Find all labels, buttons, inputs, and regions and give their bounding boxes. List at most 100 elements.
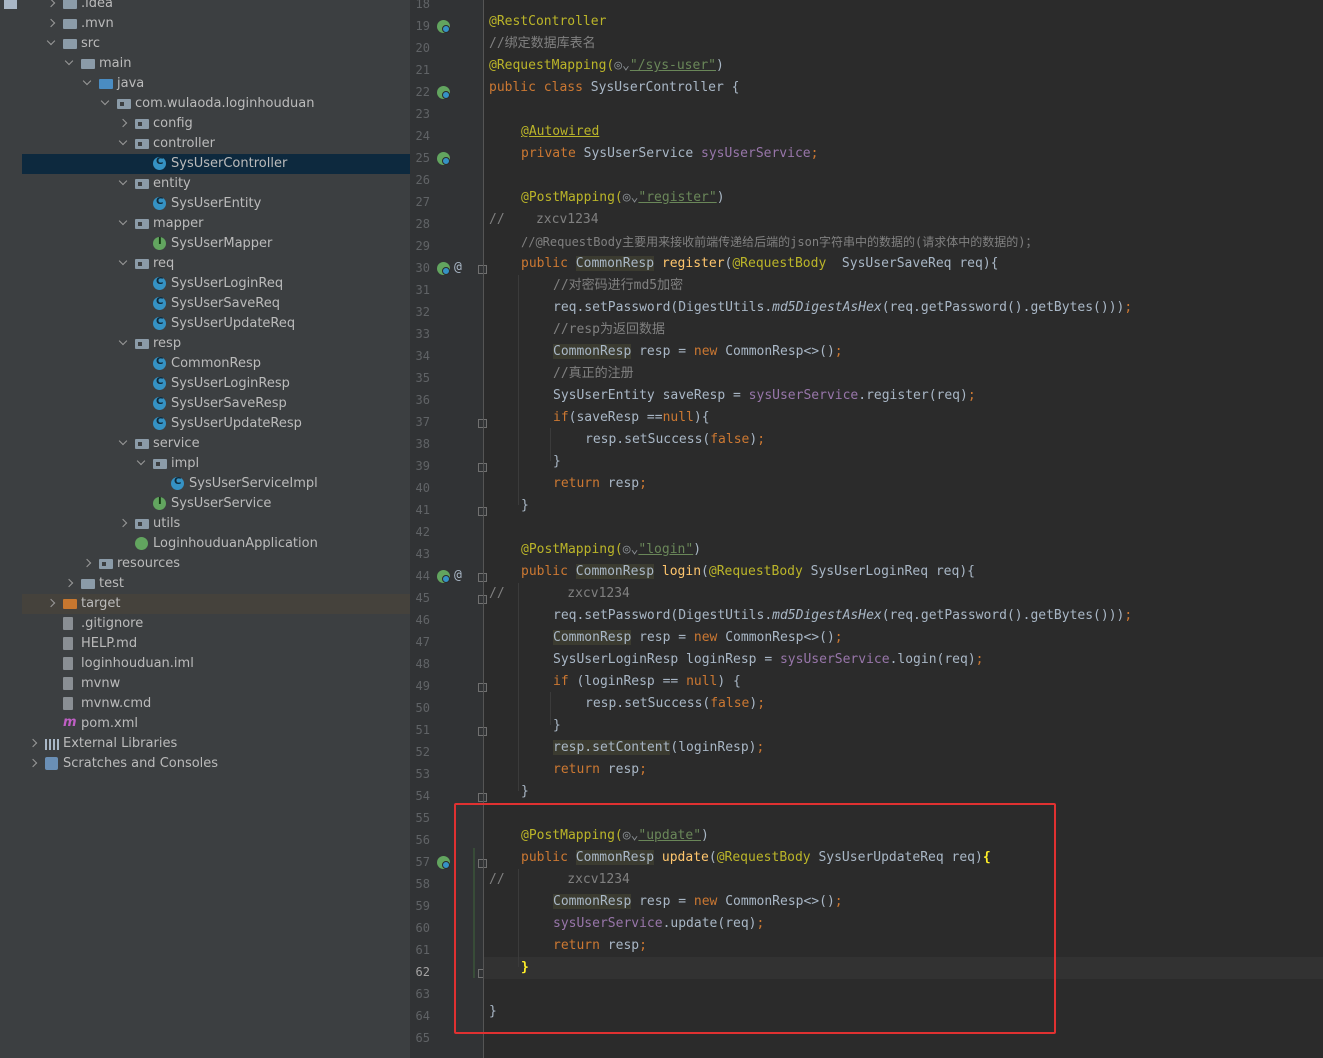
interface-icon (153, 496, 166, 510)
chevron-right-icon[interactable] (64, 578, 74, 588)
code-line: public CommonResp register(@RequestBody … (521, 256, 999, 271)
annotation-gutter-icon[interactable]: @ (454, 260, 462, 275)
tree-item[interactable]: .gitignore (22, 614, 410, 634)
chevron-down-icon[interactable] (82, 76, 92, 86)
tree-item[interactable]: resources (22, 554, 410, 574)
tree-item[interactable]: SysUserUpdateResp (22, 414, 410, 434)
spring-bean-gutter-icon[interactable] (437, 856, 450, 869)
tree-item[interactable]: SysUserLoginResp (22, 374, 410, 394)
tree-item[interactable]: entity (22, 174, 410, 194)
code-line: CommonResp resp = new CommonResp<>(); (553, 630, 843, 645)
tree-item[interactable]: External Libraries (22, 734, 410, 754)
chevron-down-icon[interactable] (46, 36, 56, 46)
code-line: resp.setContent(loginResp); (553, 740, 765, 755)
tree-item[interactable]: SysUserController (22, 154, 410, 174)
tree-item[interactable]: utils (22, 514, 410, 534)
tree-item[interactable]: req (22, 254, 410, 274)
code-line: SysUserLoginResp loginResp = sysUserServ… (553, 652, 984, 667)
chevron-down-icon[interactable] (118, 256, 128, 266)
spring-bean-gutter-icon[interactable] (437, 570, 450, 583)
code-line: if(saveResp ==null){ (553, 410, 710, 425)
tree-item[interactable]: src (22, 34, 410, 54)
spring-bean-gutter-icon[interactable] (437, 152, 450, 165)
tree-item[interactable]: service (22, 434, 410, 454)
chevron-down-icon[interactable] (100, 96, 110, 106)
tree-item-label: SysUserSaveReq (171, 296, 280, 311)
tree-item-label: mapper (153, 216, 204, 231)
line-number: 59 (415, 899, 430, 913)
line-number: 25 (415, 151, 430, 165)
tree-item[interactable]: Scratches and Consoles (22, 754, 410, 774)
indent-guide (518, 275, 519, 505)
spring-bean-gutter-icon[interactable] (437, 262, 450, 275)
line-number: 50 (415, 701, 430, 715)
tree-item[interactable]: resp (22, 334, 410, 354)
tree-item[interactable]: config (22, 114, 410, 134)
tree-item[interactable]: mvnw (22, 674, 410, 694)
tree-item[interactable]: .idea (22, 0, 410, 14)
tree-item[interactable]: mapper (22, 214, 410, 234)
tree-item-label: resources (117, 556, 181, 571)
folder-icon (63, 0, 77, 9)
chevron-right-icon[interactable] (118, 518, 128, 528)
tree-item-label: SysUserSaveResp (171, 396, 287, 411)
tree-item-label: loginhouduan.iml (81, 656, 194, 671)
tree-item[interactable]: SysUserLoginReq (22, 274, 410, 294)
tree-item[interactable]: SysUserEntity (22, 194, 410, 214)
chevron-right-icon[interactable] (46, 18, 56, 28)
chevron-right-icon[interactable] (28, 738, 38, 748)
chevron-down-icon[interactable] (118, 216, 128, 226)
spring-bean-gutter-icon[interactable] (437, 86, 450, 99)
project-tool-icon[interactable] (4, 0, 17, 9)
class-icon (171, 476, 184, 490)
interface-icon (153, 236, 166, 250)
chevron-right-icon[interactable] (82, 558, 92, 568)
tree-item[interactable]: SysUserServiceImpl (22, 474, 410, 494)
chevron-right-icon[interactable] (118, 118, 128, 128)
chevron-down-icon[interactable] (118, 336, 128, 346)
chevron-down-icon[interactable] (118, 136, 128, 146)
chevron-right-icon[interactable] (46, 598, 56, 608)
tree-item[interactable]: mvnw.cmd (22, 694, 410, 714)
tree-item[interactable]: SysUserSaveResp (22, 394, 410, 414)
line-number: 23 (415, 107, 430, 121)
chevron-right-icon[interactable] (28, 758, 38, 768)
tree-item[interactable]: controller (22, 134, 410, 154)
line-number: 26 (415, 173, 430, 187)
tree-item[interactable]: HELP.md (22, 634, 410, 654)
tree-item[interactable]: loginhouduan.iml (22, 654, 410, 674)
line-number: 37 (415, 415, 430, 429)
line-number: 31 (415, 283, 430, 297)
code-line: return resp; (553, 476, 647, 491)
class-icon (153, 156, 166, 170)
tree-item[interactable]: impl (22, 454, 410, 474)
chevron-down-icon[interactable] (136, 456, 146, 466)
tree-item[interactable]: LoginhouduanApplication (22, 534, 410, 554)
class-icon (153, 316, 166, 330)
spring-bean-gutter-icon[interactable] (437, 20, 450, 33)
chevron-down-icon[interactable] (118, 176, 128, 186)
tree-item-label: resp (153, 336, 182, 351)
tree-item[interactable]: CommonResp (22, 354, 410, 374)
tree-item-label: .idea (81, 0, 113, 11)
annotation-gutter-icon[interactable]: @ (454, 568, 462, 583)
tree-item[interactable]: SysUserUpdateReq (22, 314, 410, 334)
tree-item-label: controller (153, 136, 216, 151)
tree-item[interactable]: .mvn (22, 14, 410, 34)
tree-item[interactable]: test (22, 574, 410, 594)
tree-item[interactable]: SysUserMapper (22, 234, 410, 254)
chevron-right-icon[interactable] (46, 0, 56, 8)
tree-item[interactable]: m pom.xml (22, 714, 410, 734)
line-number: 63 (415, 987, 430, 1001)
code-line: public CommonResp login(@RequestBody Sys… (521, 564, 975, 579)
tree-item-label: entity (153, 176, 191, 191)
chevron-down-icon[interactable] (118, 436, 128, 446)
tree-item[interactable]: target (22, 594, 410, 614)
tree-item[interactable]: java (22, 74, 410, 94)
tree-item[interactable]: SysUserService (22, 494, 410, 514)
chevron-down-icon[interactable] (64, 56, 74, 66)
tree-item[interactable]: com.wulaoda.loginhouduan (22, 94, 410, 114)
code-line: public class SysUserController { (489, 80, 740, 95)
tree-item[interactable]: SysUserSaveReq (22, 294, 410, 314)
tree-item[interactable]: main (22, 54, 410, 74)
